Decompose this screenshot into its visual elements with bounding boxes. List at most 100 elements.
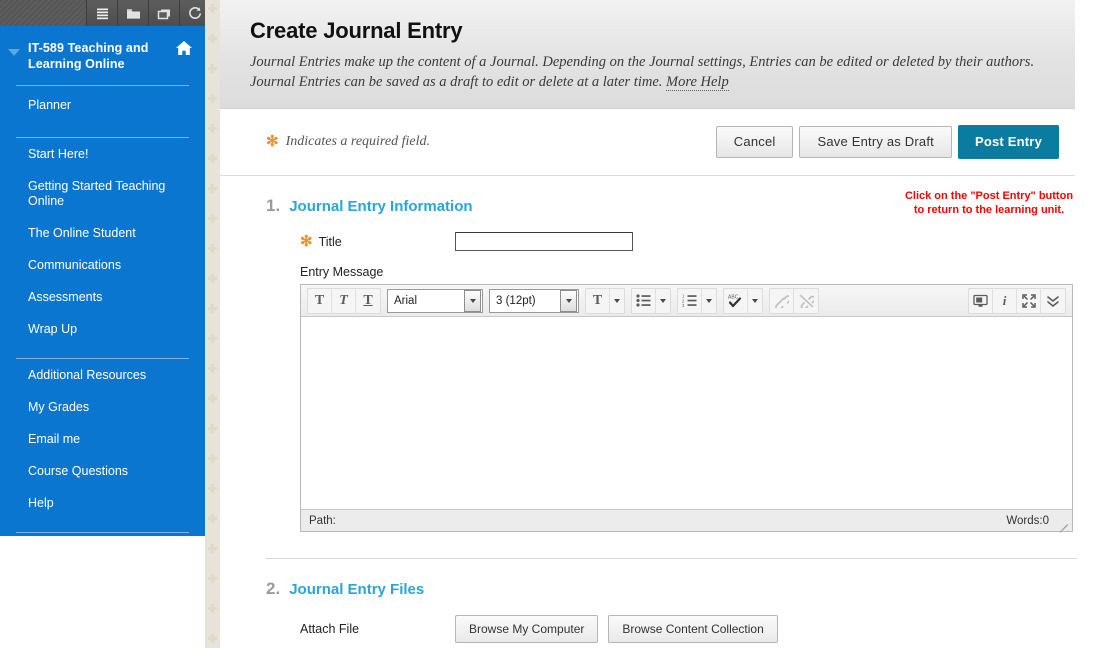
page-root: IT-589 Teaching and Learning Online Plan… — [0, 0, 1093, 648]
action-bar: ✻ Indicates a required field. Cancel Sav… — [220, 109, 1075, 176]
texture-plus-icon — [208, 184, 217, 193]
title-field-row: ✻ Title — [266, 216, 1059, 251]
texture-plus-icon — [208, 214, 217, 223]
link-icon[interactable] — [770, 288, 794, 313]
menu-icon[interactable] — [86, 0, 117, 26]
browse-content-collection-button[interactable]: Browse Content Collection — [608, 615, 778, 643]
post-entry-button[interactable]: Post Entry — [957, 125, 1059, 159]
texture-plus-icon — [208, 64, 217, 73]
title-input[interactable] — [455, 232, 633, 251]
chevron-down-icon[interactable] — [464, 289, 481, 312]
texture-plus-icon — [208, 394, 217, 403]
sidebar-group-course: Start Here! Getting Started Teaching Onli… — [0, 138, 205, 345]
sidebar-group-tools: Additional Resources My Grades Email me Cou… — [0, 359, 205, 519]
chevron-down-icon[interactable] — [560, 289, 577, 312]
attach-file-row: Attach File Browse My Computer Browse Co… — [266, 599, 1059, 643]
sidebar-divider-4 — [16, 532, 189, 533]
chevron-down-icon[interactable] — [702, 288, 716, 313]
section2-heading: 2. Journal Entry Files — [266, 559, 1059, 599]
italic-icon[interactable]: T — [332, 288, 356, 313]
more-help-link[interactable]: More Help — [666, 74, 729, 91]
required-field-text: Indicates a required field. — [285, 134, 430, 149]
chevron-down-icon[interactable] — [610, 288, 624, 313]
sidebar-item-assessments[interactable]: Assessments — [0, 281, 205, 313]
texture-plus-icon — [208, 124, 217, 133]
svg-text:3: 3 — [682, 303, 685, 307]
sidebar-item-the-online-student[interactable]: The Online Student — [0, 217, 205, 249]
sidebar-item-communications[interactable]: Communications — [0, 249, 205, 281]
texture-plus-icon — [208, 154, 217, 163]
sidebar-item-help[interactable]: Help — [0, 487, 205, 519]
page-description: Journal Entries make up the content of a… — [250, 52, 1045, 92]
section-journal-entry-information: 1. Journal Entry Information ✻ Title Ent… — [220, 176, 1075, 533]
fullscreen-icon[interactable] — [1017, 288, 1041, 313]
section1-number: 1. — [266, 196, 281, 215]
sidebar-bottom-filler — [0, 536, 205, 648]
texture-plus-icon — [208, 364, 217, 373]
browse-my-computer-button[interactable]: Browse My Computer — [455, 615, 599, 643]
sidebar-item-getting-started-teaching-online[interactable]: Getting Started Teaching Online — [0, 170, 205, 217]
texture-plus-icon — [208, 304, 217, 313]
text-color-icon[interactable]: T — [586, 288, 610, 313]
section2-title: Journal Entry Files — [289, 581, 425, 598]
sidebar-item-course-questions[interactable]: Course Questions — [0, 455, 205, 487]
bullet-list-icon[interactable] — [632, 288, 656, 313]
section-journal-entry-files: 2. Journal Entry Files Attach File Brows… — [220, 559, 1075, 643]
texture-plus-icon — [208, 544, 217, 553]
texture-plus-icon — [208, 34, 217, 43]
sidebar-texture-strip — [205, 0, 220, 648]
texture-plus-icon — [208, 574, 217, 583]
editor-right-tools: i — [965, 287, 1069, 314]
texture-plus-icon — [208, 454, 217, 463]
texture-plus-icon — [208, 334, 217, 343]
editor-view-group: i — [968, 287, 1066, 314]
sidebar-item-start-here[interactable]: Start Here! — [0, 138, 205, 170]
sidebar-item-wrap-up[interactable]: Wrap Up — [0, 313, 205, 345]
chevron-down-icon[interactable] — [748, 288, 762, 313]
texture-plus-icon — [208, 424, 217, 433]
preview-icon[interactable] — [969, 288, 993, 313]
main-content: Create Journal Entry Journal Entries mak… — [220, 0, 1093, 648]
sidebar-item-email-me[interactable]: Email me — [0, 423, 205, 455]
texture-plus-icon — [208, 634, 217, 643]
title-field-label: ✻ Title — [300, 234, 455, 249]
attach-file-label: Attach File — [300, 622, 360, 636]
page-header: Create Journal Entry Journal Entries mak… — [220, 0, 1075, 109]
spellcheck-icon[interactable]: ABC — [724, 288, 748, 313]
editor-content-area[interactable] — [301, 317, 1072, 509]
numbered-list-icon[interactable]: 123 — [678, 288, 702, 313]
font-family-select[interactable]: Arial — [387, 288, 483, 313]
folder-icon[interactable] — [117, 0, 148, 26]
sidebar-group-planner: Planner — [0, 86, 205, 124]
rich-text-editor: T T T Arial 3 (12pt) T 1 2 3 ABC i Path:… — [300, 284, 1073, 533]
editor-resize-grip[interactable] — [1055, 514, 1068, 533]
numbered-list-group: 123 — [677, 287, 717, 314]
editor-path-label: Path: — [309, 514, 336, 527]
window-icon[interactable] — [148, 0, 179, 26]
chevron-down-icon[interactable] — [656, 288, 670, 313]
course-sidebar: IT-589 Teaching and Learning Online Plan… — [0, 26, 205, 536]
sidebar-item-my-grades[interactable]: My Grades — [0, 391, 205, 423]
save-draft-button[interactable]: Save Entry as Draft — [799, 126, 952, 158]
cancel-button[interactable]: Cancel — [715, 126, 794, 158]
bold-icon[interactable]: T — [308, 288, 332, 313]
texture-plus-icon — [208, 94, 217, 103]
underline-icon[interactable]: T — [356, 288, 380, 313]
course-header[interactable]: IT-589 Teaching and Learning Online — [0, 26, 205, 72]
chevron-down-icon[interactable] — [8, 44, 22, 62]
double-chevron-down-icon[interactable] — [1041, 288, 1065, 313]
required-asterisk-icon: ✻ — [266, 133, 279, 150]
toolbar-texture — [0, 0, 86, 26]
unlink-icon[interactable] — [794, 288, 818, 313]
font-size-select[interactable]: 3 (12pt) — [489, 288, 579, 313]
text-color-group: T — [585, 287, 625, 314]
entry-message-label: Entry Message — [300, 265, 384, 279]
font-size-value: 3 (12pt) — [496, 294, 536, 307]
home-icon[interactable] — [175, 40, 193, 61]
required-asterisk-icon: ✻ — [300, 233, 313, 250]
info-icon[interactable]: i — [993, 288, 1017, 313]
sidebar-item-planner[interactable]: Planner — [0, 86, 205, 124]
sidebar-item-additional-resources[interactable]: Additional Resources — [0, 359, 205, 391]
texture-plus-icon — [208, 514, 217, 523]
course-title: IT-589 Teaching and Learning Online — [28, 41, 149, 71]
